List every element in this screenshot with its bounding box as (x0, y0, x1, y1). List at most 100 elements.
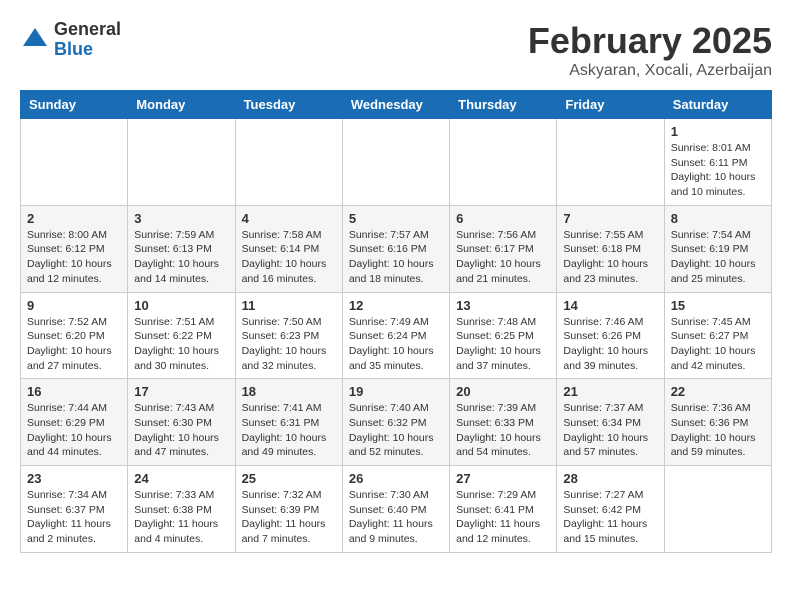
calendar-cell: 28Sunrise: 7:27 AM Sunset: 6:42 PM Dayli… (557, 466, 664, 553)
day-number: 8 (671, 211, 765, 226)
calendar-cell: 16 Sunrise: 7:44 AM Sunset: 6:29 PM Dayli… (21, 379, 128, 466)
calendar-cell: 13 Sunrise: 7:48 AM Sunset: 6:25 PM Dayli… (450, 292, 557, 379)
day-number: 7 (563, 211, 657, 226)
calendar-cell: 1 Sunrise: 8:01 AM Sunset: 6:11 PM Daylig… (664, 119, 771, 206)
day-info: Sunrise: 7:58 AM Sunset: 6:14 PM Dayligh… (242, 228, 336, 287)
calendar-week-row: 23 Sunrise: 7:34 AM Sunset: 6:37 PM Dayli… (21, 466, 772, 553)
title-section: February 2025 Askyaran, Xocali, Azerbaij… (528, 20, 772, 80)
day-number: 16 (27, 384, 121, 399)
calendar-cell (342, 119, 449, 206)
day-number: 2 (27, 211, 121, 226)
day-of-week-header: Monday (128, 91, 235, 119)
calendar-cell: 20 Sunrise: 7:39 AM Sunset: 6:33 PM Dayli… (450, 379, 557, 466)
logo: General Blue (20, 20, 121, 60)
calendar-cell: 23 Sunrise: 7:34 AM Sunset: 6:37 PM Dayli… (21, 466, 128, 553)
day-number: 21 (563, 384, 657, 399)
day-info: Sunrise: 8:00 AM Sunset: 6:12 PM Dayligh… (27, 228, 121, 287)
day-info: Sunrise: 7:54 AM Sunset: 6:19 PM Dayligh… (671, 228, 765, 287)
day-number: 9 (27, 298, 121, 313)
day-number: 5 (349, 211, 443, 226)
day-info: Sunrise: 7:39 AM Sunset: 6:33 PM Dayligh… (456, 401, 550, 460)
day-info: Sunrise: 7:55 AM Sunset: 6:18 PM Dayligh… (563, 228, 657, 287)
calendar-cell: 21 Sunrise: 7:37 AM Sunset: 6:34 PM Dayli… (557, 379, 664, 466)
day-info: Sunrise: 7:44 AM Sunset: 6:29 PM Dayligh… (27, 401, 121, 460)
day-info: Sunrise: 7:52 AM Sunset: 6:20 PM Dayligh… (27, 315, 121, 374)
logo-text: General Blue (54, 20, 121, 60)
calendar-cell (21, 119, 128, 206)
calendar-cell: 5Sunrise: 7:57 AM Sunset: 6:16 PM Daylig… (342, 205, 449, 292)
day-number: 19 (349, 384, 443, 399)
day-info: Sunrise: 7:50 AM Sunset: 6:23 PM Dayligh… (242, 315, 336, 374)
calendar-cell: 17 Sunrise: 7:43 AM Sunset: 6:30 PM Dayli… (128, 379, 235, 466)
day-of-week-header: Friday (557, 91, 664, 119)
day-number: 27 (456, 471, 550, 486)
calendar-cell: 4 Sunrise: 7:58 AM Sunset: 6:14 PM Daylig… (235, 205, 342, 292)
day-of-week-header: Sunday (21, 91, 128, 119)
logo-general: General (54, 20, 121, 40)
logo-blue: Blue (54, 40, 121, 60)
calendar-subtitle: Askyaran, Xocali, Azerbaijan (528, 62, 772, 80)
day-info: Sunrise: 8:01 AM Sunset: 6:11 PM Dayligh… (671, 141, 765, 200)
calendar-cell: 24 Sunrise: 7:33 AM Sunset: 6:38 PM Dayli… (128, 466, 235, 553)
calendar-cell (235, 119, 342, 206)
calendar-cell: 3 Sunrise: 7:59 AM Sunset: 6:13 PM Daylig… (128, 205, 235, 292)
calendar-cell: 18 Sunrise: 7:41 AM Sunset: 6:31 PM Dayli… (235, 379, 342, 466)
day-number: 22 (671, 384, 765, 399)
day-info: Sunrise: 7:49 AM Sunset: 6:24 PM Dayligh… (349, 315, 443, 374)
calendar-cell: 8 Sunrise: 7:54 AM Sunset: 6:19 PM Daylig… (664, 205, 771, 292)
calendar-table: SundayMondayTuesdayWednesdayThursdayFrid… (20, 90, 772, 553)
day-info: Sunrise: 7:37 AM Sunset: 6:34 PM Dayligh… (563, 401, 657, 460)
calendar-cell: 14 Sunrise: 7:46 AM Sunset: 6:26 PM Dayli… (557, 292, 664, 379)
day-number: 23 (27, 471, 121, 486)
day-info: Sunrise: 7:29 AM Sunset: 6:41 PM Dayligh… (456, 488, 550, 547)
day-number: 4 (242, 211, 336, 226)
day-number: 15 (671, 298, 765, 313)
day-number: 12 (349, 298, 443, 313)
day-info: Sunrise: 7:45 AM Sunset: 6:27 PM Dayligh… (671, 315, 765, 374)
day-of-week-header: Wednesday (342, 91, 449, 119)
day-number: 25 (242, 471, 336, 486)
day-number: 24 (134, 471, 228, 486)
day-info: Sunrise: 7:56 AM Sunset: 6:17 PM Dayligh… (456, 228, 550, 287)
day-info: Sunrise: 7:41 AM Sunset: 6:31 PM Dayligh… (242, 401, 336, 460)
day-number: 10 (134, 298, 228, 313)
calendar-cell: 2 Sunrise: 8:00 AM Sunset: 6:12 PM Daylig… (21, 205, 128, 292)
day-number: 3 (134, 211, 228, 226)
day-info: Sunrise: 7:43 AM Sunset: 6:30 PM Dayligh… (134, 401, 228, 460)
calendar-week-row: 16 Sunrise: 7:44 AM Sunset: 6:29 PM Dayli… (21, 379, 772, 466)
day-of-week-header: Saturday (664, 91, 771, 119)
calendar-cell: 10 Sunrise: 7:51 AM Sunset: 6:22 PM Dayli… (128, 292, 235, 379)
day-info: Sunrise: 7:33 AM Sunset: 6:38 PM Dayligh… (134, 488, 228, 547)
day-number: 20 (456, 384, 550, 399)
day-info: Sunrise: 7:48 AM Sunset: 6:25 PM Dayligh… (456, 315, 550, 374)
day-number: 6 (456, 211, 550, 226)
calendar-cell: 25Sunrise: 7:32 AM Sunset: 6:39 PM Dayli… (235, 466, 342, 553)
page-header: General Blue February 2025 Askyaran, Xoc… (20, 20, 772, 80)
day-number: 13 (456, 298, 550, 313)
day-number: 17 (134, 384, 228, 399)
calendar-week-row: 9 Sunrise: 7:52 AM Sunset: 6:20 PM Daylig… (21, 292, 772, 379)
day-of-week-header: Thursday (450, 91, 557, 119)
calendar-cell: 26Sunrise: 7:30 AM Sunset: 6:40 PM Dayli… (342, 466, 449, 553)
calendar-cell (128, 119, 235, 206)
calendar-cell: 27 Sunrise: 7:29 AM Sunset: 6:41 PM Dayli… (450, 466, 557, 553)
day-number: 18 (242, 384, 336, 399)
day-info: Sunrise: 7:46 AM Sunset: 6:26 PM Dayligh… (563, 315, 657, 374)
day-info: Sunrise: 7:40 AM Sunset: 6:32 PM Dayligh… (349, 401, 443, 460)
calendar-cell: 19 Sunrise: 7:40 AM Sunset: 6:32 PM Dayli… (342, 379, 449, 466)
day-number: 26 (349, 471, 443, 486)
calendar-cell: 22 Sunrise: 7:36 AM Sunset: 6:36 PM Dayli… (664, 379, 771, 466)
day-info: Sunrise: 7:59 AM Sunset: 6:13 PM Dayligh… (134, 228, 228, 287)
day-info: Sunrise: 7:34 AM Sunset: 6:37 PM Dayligh… (27, 488, 121, 547)
day-number: 14 (563, 298, 657, 313)
day-number: 1 (671, 124, 765, 139)
calendar-cell (664, 466, 771, 553)
calendar-header-row: SundayMondayTuesdayWednesdayThursdayFrid… (21, 91, 772, 119)
calendar-cell: 9 Sunrise: 7:52 AM Sunset: 6:20 PM Daylig… (21, 292, 128, 379)
day-info: Sunrise: 7:36 AM Sunset: 6:36 PM Dayligh… (671, 401, 765, 460)
calendar-week-row: 2 Sunrise: 8:00 AM Sunset: 6:12 PM Daylig… (21, 205, 772, 292)
logo-icon (20, 25, 50, 55)
calendar-cell: 11Sunrise: 7:50 AM Sunset: 6:23 PM Dayli… (235, 292, 342, 379)
day-info: Sunrise: 7:51 AM Sunset: 6:22 PM Dayligh… (134, 315, 228, 374)
calendar-title: February 2025 (528, 20, 772, 62)
